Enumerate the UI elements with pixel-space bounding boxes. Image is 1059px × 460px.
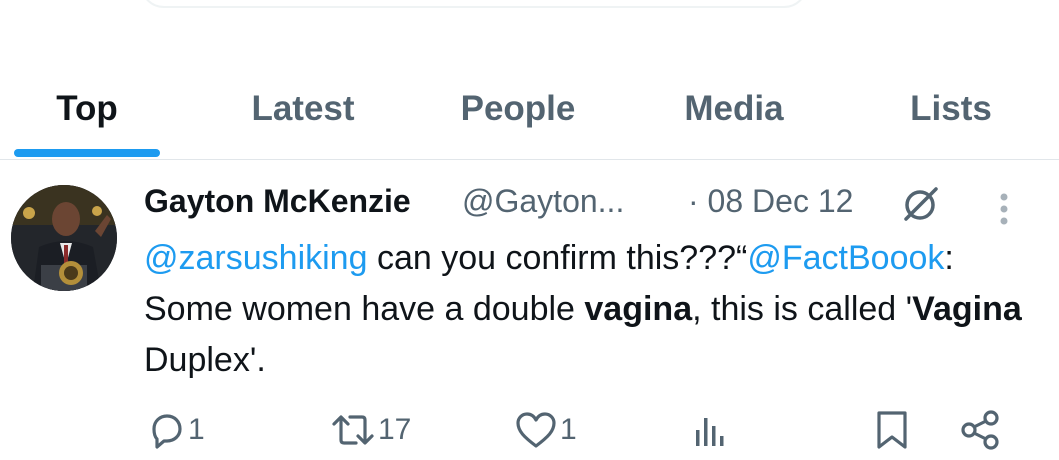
share-icon: [958, 409, 1002, 451]
reply-count: 1: [188, 413, 205, 446]
highlighted-term: Vagina: [912, 290, 1022, 328]
retweet-icon: [330, 410, 376, 450]
views-icon: [690, 410, 730, 450]
active-tab-indicator: [14, 149, 160, 157]
tweet-date[interactable]: · 08 Dec 12: [688, 183, 853, 220]
tweet-header: Gayton McKenzie @Gayton... · 08 Dec 12: [144, 183, 1044, 227]
retweet-button[interactable]: 17: [330, 405, 411, 455]
author-handle[interactable]: @Gayton...: [462, 183, 624, 220]
tweet[interactable]: Gayton McKenzie @Gayton... · 08 Dec 12 @…: [0, 161, 1059, 460]
tab-top[interactable]: Top: [14, 58, 160, 159]
grok-icon[interactable]: [900, 183, 940, 223]
search-bar[interactable]: [140, 0, 808, 8]
like-button[interactable]: 1: [514, 405, 577, 455]
like-count: 1: [560, 413, 577, 446]
views-button[interactable]: [690, 405, 730, 455]
highlighted-term: vagina: [584, 290, 693, 328]
author-name[interactable]: Gayton McKenzie: [144, 183, 411, 220]
reply-button[interactable]: 1: [146, 405, 205, 455]
tweet-text-part: , this is called ': [692, 290, 913, 328]
avatar[interactable]: [11, 185, 117, 291]
tab-latest[interactable]: Latest: [232, 58, 374, 159]
bookmark-button[interactable]: [872, 405, 912, 455]
mention-link[interactable]: @zarsushiking: [144, 239, 368, 277]
reply-icon: [146, 410, 186, 450]
search-tabs: Top Latest People Media Lists: [0, 58, 1059, 160]
tweet-text-part: can you confirm this???“: [367, 239, 748, 277]
like-icon: [514, 410, 558, 450]
tab-media[interactable]: Media: [664, 58, 804, 159]
tab-people[interactable]: People: [440, 58, 596, 159]
mention-link[interactable]: @FactBoook: [747, 239, 944, 277]
tweet-actions: 1 17 1: [0, 405, 1059, 455]
more-icon[interactable]: [994, 189, 1014, 229]
tweet-text-part: Duplex'.: [144, 341, 266, 379]
retweet-count: 17: [378, 413, 412, 446]
share-button[interactable]: [958, 405, 1002, 455]
bookmark-icon: [872, 409, 912, 451]
tab-lists[interactable]: Lists: [892, 58, 1010, 159]
tweet-text: @zarsushiking can you confirm this???“@F…: [144, 233, 1024, 386]
